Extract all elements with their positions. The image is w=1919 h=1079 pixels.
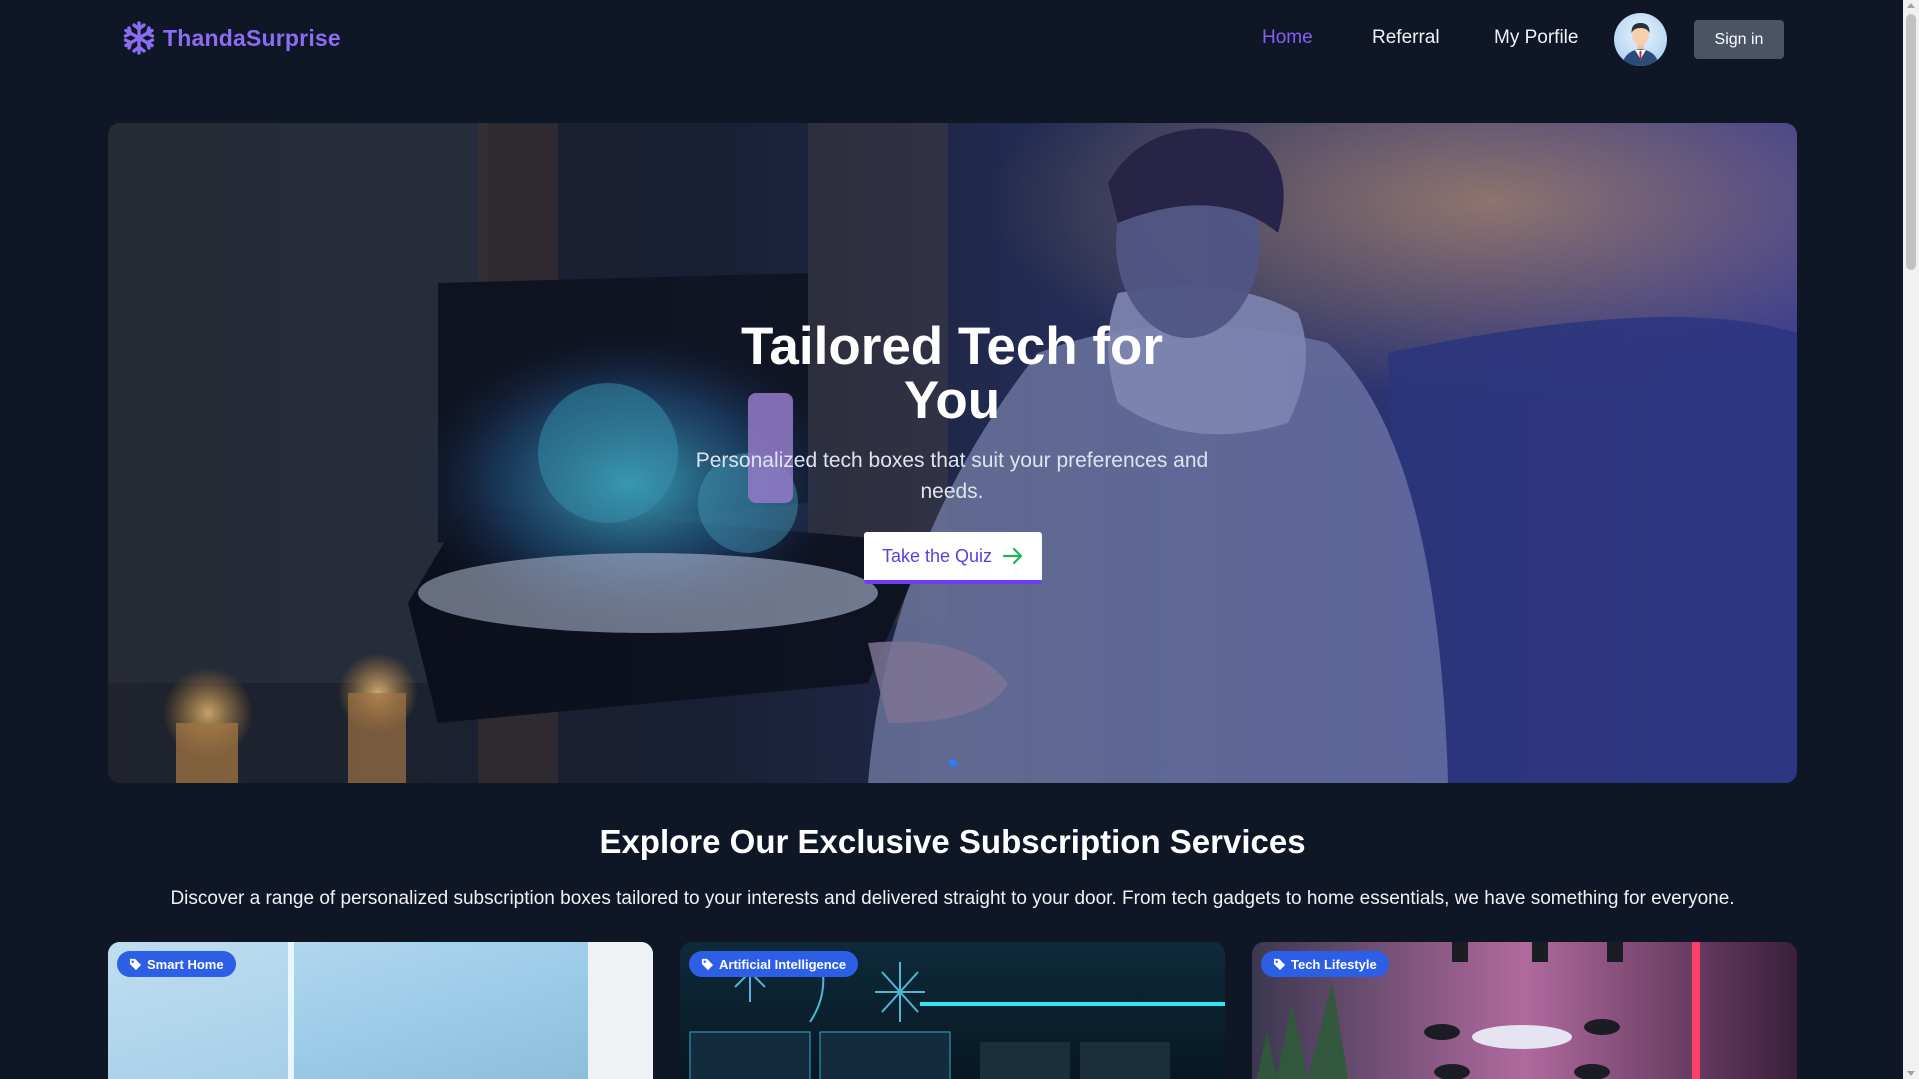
tag-icon xyxy=(1273,958,1286,970)
service-card-tech-lifestyle[interactable]: Tech Lifestyle xyxy=(1252,942,1797,1079)
scroll-down-icon[interactable] xyxy=(1907,1071,1915,1076)
vertical-scrollbar[interactable] xyxy=(1903,0,1919,1079)
nav-profile-link[interactable]: My Porfile xyxy=(1494,27,1578,49)
card-tag-label: Tech Lifestyle xyxy=(1291,956,1377,972)
nav-referral-link[interactable]: Referral xyxy=(1372,27,1440,49)
brand-logo[interactable]: ThandaSurprise xyxy=(121,20,341,56)
carousel-indicator[interactable] xyxy=(949,759,957,767)
service-card-ai[interactable]: Artificial Intelligence xyxy=(680,942,1225,1079)
navbar: ThandaSurprise Home Referral My Porfile … xyxy=(0,0,1900,80)
hero-content: Tailored Tech for You Personalized tech … xyxy=(108,123,1797,783)
card-tag-tech-lifestyle: Tech Lifestyle xyxy=(1261,951,1389,977)
card-tag-label: Artificial Intelligence xyxy=(719,956,847,972)
take-quiz-button[interactable]: Take the Quiz xyxy=(864,532,1042,584)
tag-icon xyxy=(701,958,714,970)
scroll-up-icon[interactable] xyxy=(1907,3,1915,8)
card-tag-smart-home: Smart Home xyxy=(117,951,236,977)
brand-name: ThandaSurprise xyxy=(163,24,341,51)
card-tag-ai: Artificial Intelligence xyxy=(689,951,859,977)
card-tag-label: Smart Home xyxy=(147,956,224,972)
sign-in-button[interactable]: Sign in xyxy=(1694,20,1784,59)
services-title: Explore Our Exclusive Subscription Servi… xyxy=(599,823,1306,860)
hero-subtitle: Personalized tech boxes that suit your p… xyxy=(695,449,1209,503)
nav-home-link[interactable]: Home xyxy=(1262,27,1313,49)
avatar[interactable] xyxy=(1614,13,1667,66)
arrow-right-icon xyxy=(1002,547,1023,565)
hero-title: Tailored Tech for You xyxy=(740,317,1164,430)
snowflake-icon xyxy=(123,21,155,55)
user-avatar-icon xyxy=(1622,23,1659,66)
scrollbar-thumb[interactable] xyxy=(1906,14,1916,270)
hero-banner: Tailored Tech for You Personalized tech … xyxy=(108,123,1797,783)
tag-icon xyxy=(129,958,142,970)
services-description: Discover a range of personalized subscri… xyxy=(170,888,1735,909)
take-quiz-label: Take the Quiz xyxy=(881,545,993,566)
service-card-smart-home[interactable]: Smart Home xyxy=(108,942,653,1079)
page: ThandaSurprise Home Referral My Porfile … xyxy=(0,0,1919,1079)
